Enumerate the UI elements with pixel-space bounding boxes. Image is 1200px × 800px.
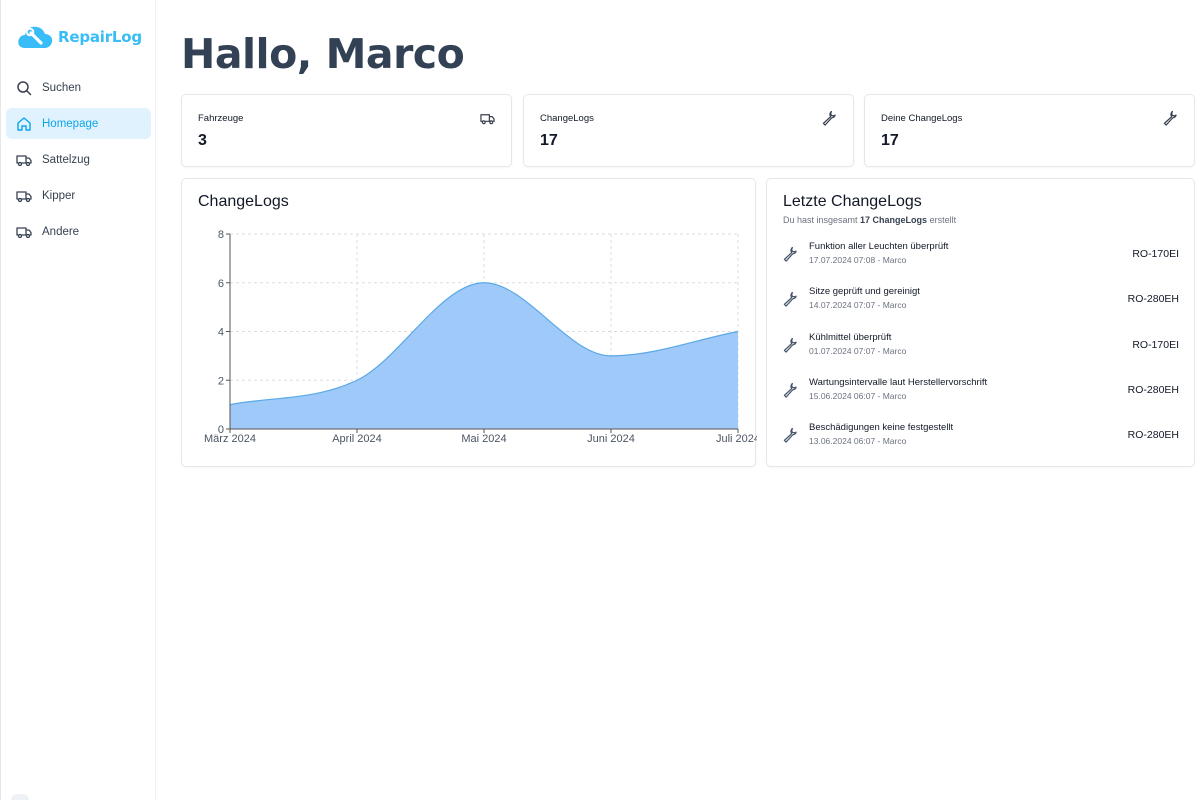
sidebar-item-label: Suchen [42, 81, 82, 94]
log-title: Sitze geprüft und gereinigt [809, 286, 920, 298]
sidebar-item-sattelzug[interactable]: Sattelzug [6, 144, 151, 175]
log-meta: 01.07.2024 07:07 - Marco [809, 345, 907, 356]
page-title: Hallo, Marco [181, 30, 465, 78]
home-icon [16, 116, 32, 132]
log-item[interactable]: Wartungsintervalle laut Herstellervorsch… [783, 375, 1179, 420]
truck-icon [16, 152, 32, 168]
stat-card-deine-changelogs[interactable]: Deine ChangeLogs 17 [864, 94, 1195, 167]
log-meta: 17.07.2024 07:08 - Marco [809, 255, 907, 265]
stat-label: Fahrzeuge [198, 113, 244, 124]
brand-name: RepairLog [58, 28, 142, 46]
stat-card-changelogs[interactable]: ChangeLogs 17 [523, 94, 854, 167]
recent-title: Letzte ChangeLogs [783, 193, 922, 210]
log-plate: RO-280EH [1127, 383, 1179, 396]
sidebar-item-label: Sattelzug [42, 153, 90, 166]
y-tick-label: 8 [218, 229, 224, 241]
recent-subtitle-suffix: erstellt [927, 215, 957, 225]
truck-icon [16, 224, 32, 240]
app-root: RepairLog Suchen Homepage Sattelzug Kipp… [0, 0, 1200, 800]
log-title: Beschädigungen keine festgestellt [809, 422, 954, 434]
log-plate: RO-280EH [1127, 429, 1179, 442]
recent-subtitle-prefix: Du hast insgesamt [783, 215, 861, 225]
recent-changelogs-card: Letzte ChangeLogs Du hast insgesamt 17 C… [766, 178, 1195, 467]
wrench-icon [822, 110, 837, 126]
recent-subtitle: Du hast insgesamt 17 ChangeLogs erstellt [783, 215, 956, 225]
log-title: Funktion aller Leuchten überprüft [809, 241, 949, 252]
log-title: Wartungsintervalle laut Herstellervorsch… [809, 376, 988, 388]
sidebar-item-label: Andere [42, 225, 80, 238]
log-item[interactable]: Beschädigungen keine festgestellt 13.06.… [783, 420, 1179, 465]
x-tick-label: Mai 2024 [461, 433, 506, 445]
stat-value: 3 [198, 132, 207, 149]
stat-label: Deine ChangeLogs [881, 113, 963, 124]
sidebar-item-label: Homepage [42, 117, 99, 130]
stat-card-fahrzeuge[interactable]: Fahrzeuge 3 [181, 94, 512, 167]
log-plate: RO-280EH [1127, 293, 1179, 306]
y-tick-label: 4 [218, 327, 224, 339]
recent-log-list: Funktion aller Leuchten überprüft 17.07.… [783, 239, 1179, 465]
x-tick-label: April 2024 [332, 433, 382, 445]
log-meta: 14.07.2024 07:07 - Marco [809, 300, 907, 311]
search-icon [16, 80, 32, 96]
stat-value: 17 [881, 132, 899, 149]
x-tick-label: Juni 2024 [587, 433, 635, 445]
wrench-icon [783, 428, 798, 443]
recent-subtitle-count: 17 ChangeLogs [860, 215, 928, 225]
sidebar-item-label: Kipper [42, 189, 76, 202]
log-item[interactable]: Kühlmittel überprüft 01.07.2024 07:07 - … [783, 330, 1179, 375]
stat-label: ChangeLogs [540, 113, 594, 124]
sidebar-item-andere[interactable]: Andere [6, 216, 151, 247]
wrench-icon [783, 246, 798, 262]
changelogs-chart-card: ChangeLogs 0 2 4 6 8 März 2024 April 2024 Mai 2… [181, 178, 757, 467]
user-avatar[interactable] [11, 794, 29, 800]
log-item[interactable]: Sitze geprüft und gereinigt 14.07.2024 0… [783, 284, 1179, 329]
log-plate: RO-170EI [1132, 338, 1179, 351]
y-tick-label: 2 [218, 375, 224, 387]
sidebar: RepairLog Suchen Homepage Sattelzug Kipp… [0, 0, 156, 800]
stat-value: 17 [540, 132, 558, 149]
truck-icon [16, 188, 32, 204]
brand-cloud-wrench-icon [18, 26, 53, 48]
sidebar-item-suchen[interactable]: Suchen [6, 72, 151, 103]
sidebar-nav: Suchen Homepage Sattelzug Kipper Andere [6, 72, 151, 252]
x-tick-label: März 2024 [204, 433, 256, 445]
log-title: Kühlmittel überprüft [809, 331, 892, 343]
log-plate: RO-170EI [1132, 248, 1179, 260]
wrench-icon [783, 337, 798, 353]
sidebar-item-kipper[interactable]: Kipper [6, 180, 151, 211]
wrench-icon [1163, 110, 1178, 126]
chart-area-fill [230, 282, 738, 429]
y-tick-label: 6 [218, 278, 224, 290]
log-meta: 15.06.2024 06:07 - Marco [809, 390, 907, 401]
sidebar-item-homepage[interactable]: Homepage [6, 108, 151, 139]
wrench-icon [783, 382, 798, 398]
log-item[interactable]: Funktion aller Leuchten überprüft 17.07.… [783, 239, 1179, 284]
log-meta: 13.06.2024 06:07 - Marco [809, 436, 907, 447]
x-tick-label: Juli 2024 [716, 433, 757, 445]
truck-icon [480, 111, 495, 126]
brand-logo[interactable]: RepairLog [16, 22, 142, 52]
changelogs-area-chart: 02468März 2024 April 2024 Mai 2024 Juni 202… [204, 229, 757, 445]
wrench-icon [783, 292, 798, 307]
